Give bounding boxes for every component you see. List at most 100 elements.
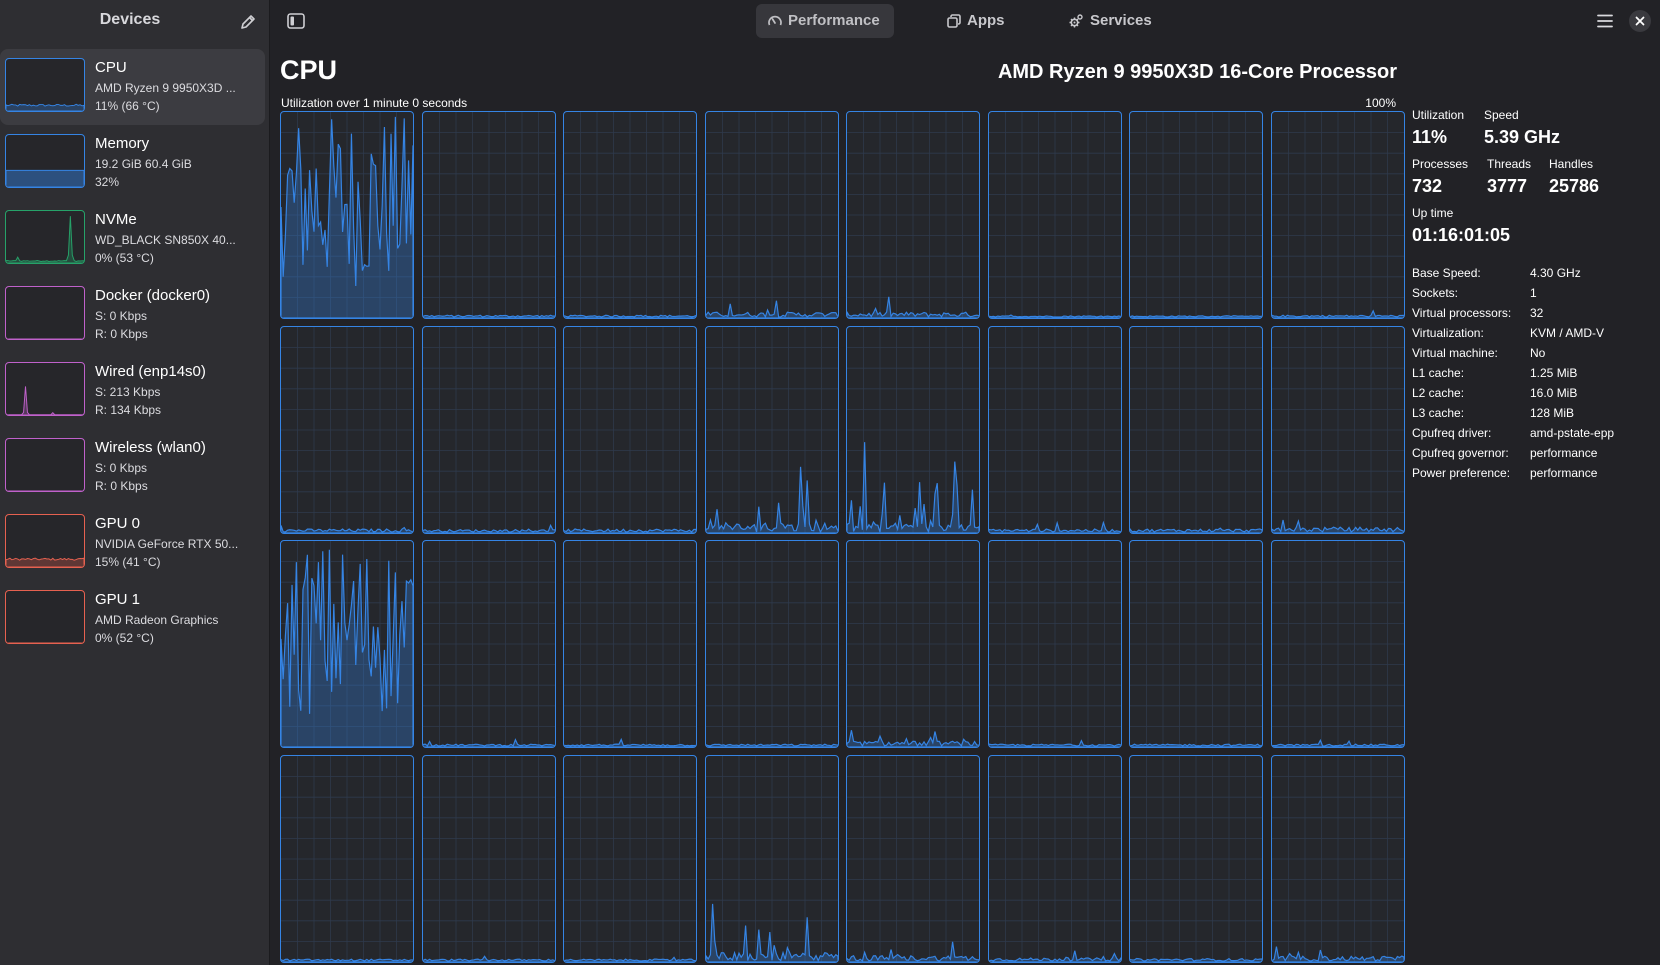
- device-status: 32%: [95, 175, 120, 189]
- core-graph: [987, 754, 1122, 963]
- device-detail: AMD Radeon Graphics: [95, 613, 219, 627]
- info-key: Cpufreq governor:: [1412, 446, 1509, 460]
- device-item-nvme[interactable]: NVMe WD_BLACK SN850X 40... 0% (53 °C): [0, 201, 270, 277]
- device-name: Wired (enp14s0): [95, 363, 206, 380]
- thumbnail-graph: [6, 169, 84, 187]
- core-graph: [1270, 325, 1405, 534]
- info-key: L2 cache:: [1412, 386, 1465, 400]
- sidebar-toggle-icon[interactable]: [279, 6, 313, 36]
- info-key: Virtualization:: [1412, 326, 1484, 340]
- info-value: 4.30 GHz: [1530, 266, 1581, 280]
- info-value: 1.25 MiB: [1530, 366, 1578, 380]
- device-detail: WD_BLACK SN850X 40...: [95, 233, 236, 247]
- device-thumbnail: [5, 210, 85, 264]
- device-detail: S: 0 Kbps: [95, 461, 148, 475]
- core-graph: [1129, 754, 1263, 963]
- core-graph: [563, 111, 697, 319]
- info-key: Virtual machine:: [1412, 346, 1498, 360]
- device-status: 0% (52 °C): [95, 631, 154, 645]
- pencil-icon[interactable]: [238, 12, 258, 32]
- tab-services[interactable]: Services: [1057, 4, 1167, 38]
- core-graph: [987, 325, 1122, 534]
- info-value: performance: [1530, 466, 1598, 480]
- device-item-gpu1[interactable]: GPU 1 AMD Radeon Graphics 0% (52 °C): [0, 581, 270, 657]
- core-graph: [846, 111, 980, 319]
- core-graph: [704, 540, 839, 748]
- apps-icon: [947, 14, 961, 28]
- tab-label: Apps: [967, 12, 1005, 29]
- core-graph: [1270, 754, 1405, 963]
- utilization-label: Utilization: [1412, 108, 1465, 122]
- cpu-model-name: AMD Ryzen 9 9950X3D 16-Core Processor: [997, 61, 1397, 83]
- device-name: CPU: [95, 59, 127, 76]
- core-graph: [987, 111, 1122, 319]
- close-icon[interactable]: [1629, 10, 1651, 32]
- device-thumbnail: [5, 58, 85, 112]
- speed-label: Speed: [1484, 108, 1519, 122]
- device-item-gpu0[interactable]: GPU 0 NVIDIA GeForce RTX 50... 15% (41 °…: [0, 505, 270, 581]
- header-bar: Performance Apps Services: [271, 0, 1660, 43]
- info-key: Virtual processors:: [1412, 306, 1512, 320]
- info-value: 128 MiB: [1530, 406, 1575, 420]
- device-thumbnail: [5, 286, 85, 340]
- handles-label: Handles: [1549, 157, 1594, 171]
- core-graph: [563, 325, 697, 534]
- info-key: Sockets:: [1412, 286, 1459, 300]
- device-item-docker[interactable]: Docker (docker0) S: 0 Kbps R: 0 Kbps: [0, 277, 270, 353]
- device-detail: S: 0 Kbps: [95, 309, 148, 323]
- thumbnail-graph: [6, 103, 84, 111]
- processes-label: Processes: [1412, 157, 1469, 171]
- thumbnail-graph: [6, 386, 84, 415]
- page-title: CPU: [280, 55, 338, 85]
- thumbnail-graph: [6, 216, 84, 263]
- graph-caption: Utilization over 1 minute 0 seconds: [281, 96, 468, 110]
- core-usage-series: [422, 314, 555, 318]
- core-graph: [846, 325, 980, 534]
- device-status: 15% (41 °C): [95, 555, 161, 569]
- device-item-wired[interactable]: Wired (enp14s0) S: 213 Kbps R: 134 Kbps: [0, 353, 270, 429]
- info-key: L1 cache:: [1412, 366, 1465, 380]
- info-key: Cpufreq driver:: [1412, 426, 1492, 440]
- info-value: 16.0 MiB: [1530, 386, 1578, 400]
- device-name: NVMe: [95, 211, 137, 228]
- tab-performance[interactable]: Performance: [756, 4, 894, 38]
- device-status: R: 0 Kbps: [95, 327, 148, 341]
- tab-apps[interactable]: Apps: [935, 4, 1015, 38]
- sidebar: Devices CPU AMD Ryzen 9 9950X3D ... 11% …: [0, 0, 270, 965]
- hamburger-menu-icon[interactable]: [1588, 6, 1622, 36]
- handles-value: 25786: [1549, 176, 1600, 196]
- device-name: Wireless (wlan0): [95, 439, 206, 456]
- info-key: L3 cache:: [1412, 406, 1465, 420]
- info-value: performance: [1530, 446, 1598, 460]
- device-status: R: 134 Kbps: [95, 403, 162, 417]
- info-value: 1: [1530, 286, 1537, 300]
- core-graph: [846, 540, 980, 748]
- core-usage-series: [564, 527, 696, 533]
- device-item-wireless[interactable]: Wireless (wlan0) S: 0 Kbps R: 0 Kbps: [0, 429, 270, 505]
- core-graph: [421, 754, 556, 963]
- info-value: No: [1530, 346, 1546, 360]
- sidebar-title: Devices: [99, 11, 161, 28]
- device-status: 0% (53 °C): [95, 251, 154, 265]
- device-item-cpu[interactable]: CPU AMD Ryzen 9 9950X3D ... 11% (66 °C): [0, 49, 265, 125]
- core-graph: [1129, 111, 1263, 319]
- speed-value: 5.39 GHz: [1484, 127, 1561, 147]
- core-graph: [280, 325, 414, 534]
- info-value: amd-pstate-epp: [1530, 426, 1615, 440]
- threads-value: 3777: [1487, 176, 1528, 196]
- device-name: GPU 0: [95, 515, 141, 532]
- device-item-memory[interactable]: Memory 19.2 GiB 60.4 GiB 32%: [0, 125, 270, 201]
- core-graph: [1129, 325, 1263, 534]
- thumbnail-graph: [6, 557, 84, 567]
- core-graph-grid: [280, 111, 1405, 963]
- info-key: Base Speed:: [1412, 266, 1481, 280]
- device-thumbnail: [5, 134, 85, 188]
- core-graph: [421, 325, 556, 534]
- device-name: GPU 1: [95, 591, 141, 608]
- tab-label: Performance: [788, 12, 880, 29]
- core-graph: [1270, 540, 1405, 748]
- core-graph: [280, 111, 414, 319]
- core-graph: [421, 111, 556, 319]
- core-graph: [563, 754, 697, 963]
- core-graph: [280, 540, 414, 748]
